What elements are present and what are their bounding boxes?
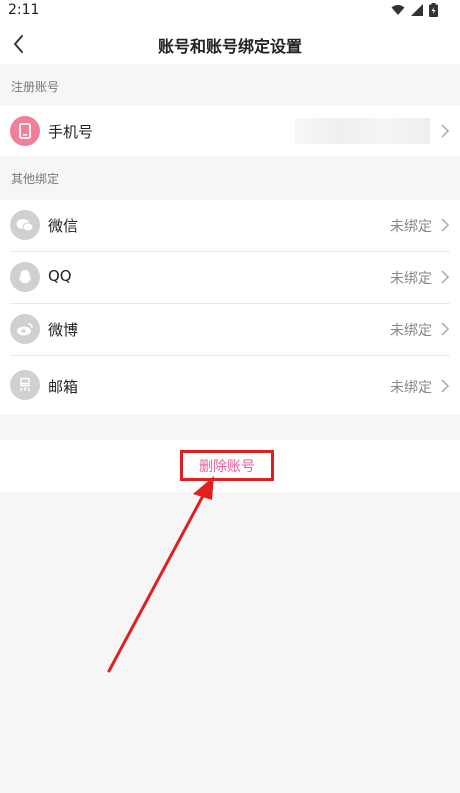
- wifi-icon: [391, 5, 405, 15]
- binding-row-weibo[interactable]: 微博 未绑定: [10, 304, 450, 356]
- spacer: [0, 414, 460, 440]
- binding-row-wechat[interactable]: 微信 未绑定: [10, 200, 450, 252]
- delete-account-button[interactable]: 删除账号: [180, 450, 274, 481]
- section-header-registered: 注册账号: [0, 64, 460, 106]
- battery-icon: [429, 3, 438, 17]
- chevron-right-icon: [441, 270, 450, 284]
- delete-account-label: 删除账号: [199, 458, 255, 475]
- status-bar: 2:11: [0, 0, 460, 24]
- status-time: 2:11: [8, 2, 40, 18]
- phone-row[interactable]: 手机号: [10, 106, 450, 156]
- chevron-right-icon: [441, 379, 450, 393]
- registered-group: 手机号: [0, 106, 460, 156]
- chevron-right-icon: [441, 124, 450, 138]
- weibo-icon: [10, 314, 40, 344]
- phone-icon: [10, 116, 40, 146]
- section-label: 注册账号: [11, 80, 60, 94]
- chevron-right-icon: [441, 218, 450, 232]
- status-icons: [391, 3, 438, 17]
- delete-account-area: 删除账号: [0, 440, 460, 492]
- wechat-icon: [10, 210, 40, 240]
- signal-icon: [411, 4, 423, 16]
- binding-label: 微信: [48, 217, 79, 235]
- binding-label: 邮箱: [48, 378, 79, 396]
- binding-label: QQ: [48, 267, 72, 285]
- phone-label: 手机号: [48, 123, 94, 141]
- binding-status: 未绑定: [390, 219, 432, 235]
- top-app-bar: 账号和账号绑定设置: [0, 24, 460, 64]
- binding-label: 微博: [48, 321, 79, 339]
- section-label: 其他绑定: [11, 172, 60, 186]
- binding-status: 未绑定: [390, 323, 432, 339]
- qq-icon: [10, 262, 40, 292]
- chevron-right-icon: [441, 322, 450, 336]
- binding-row-qq[interactable]: QQ 未绑定: [10, 252, 450, 304]
- binding-status: 未绑定: [390, 380, 432, 396]
- binding-row-email[interactable]: 邮箱 未绑定: [10, 356, 450, 414]
- page-title: 账号和账号绑定设置: [157, 37, 302, 56]
- section-header-others: 其他绑定: [0, 156, 460, 200]
- binding-status: 未绑定: [390, 271, 432, 287]
- masked-phone-number: [295, 118, 430, 144]
- bindings-group: 微信 未绑定 QQ 未绑定 微博 未绑定 邮箱 未绑定: [0, 200, 460, 414]
- email-icon: [10, 370, 40, 400]
